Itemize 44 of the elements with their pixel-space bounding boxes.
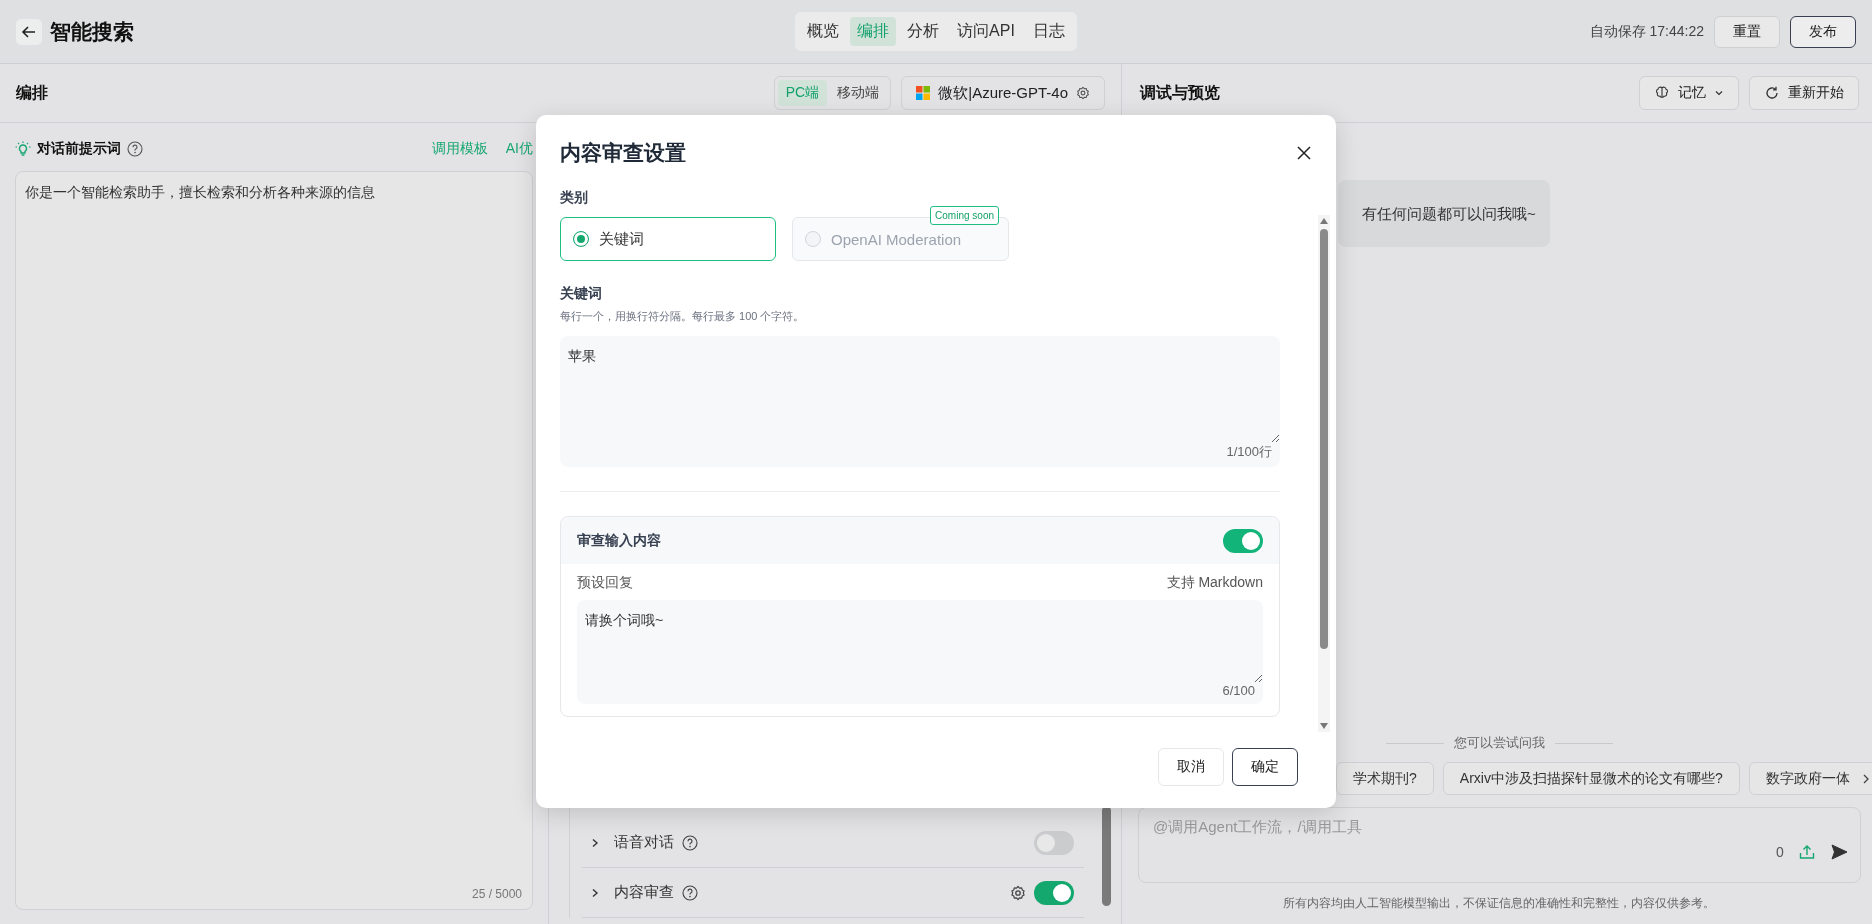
nav-tab[interactable]: 分析: [900, 17, 947, 46]
nav-tab[interactable]: 概览: [800, 17, 847, 46]
prompt-field[interactable]: 你是一个智能检索助手，擅长检索和分析各种来源的信息 25 / 5000: [15, 171, 533, 910]
suggestion-chip[interactable]: 学术期刊?: [1336, 762, 1434, 795]
keywords-label: 关键词: [560, 285, 603, 303]
suggestions-heading: 您可以尝试问我: [1453, 734, 1545, 752]
prompt-textarea[interactable]: 你是一个智能检索助手，擅长检索和分析各种来源的信息: [16, 172, 532, 887]
publish-button[interactable]: 发布: [1790, 15, 1856, 48]
status-badge: Coming soon: [930, 206, 999, 225]
char-counter: 25 / 5000: [470, 887, 523, 903]
chat-text-input[interactable]: @调用Agent工作流，/调用工具: [1151, 816, 1848, 837]
section-title: 编排: [16, 82, 48, 103]
device-tab[interactable]: 移动端: [829, 80, 888, 106]
app-title: 智能搜索: [50, 18, 134, 45]
chat-bubble: 有任何问题都可以问我哦~: [1338, 180, 1550, 247]
char-counter: 0: [1775, 844, 1784, 860]
nav-tab[interactable]: 访问API: [950, 17, 1022, 46]
disclaimer-text: 所有内容均由人工智能模型输出，不保证信息的准确性和完整性，内容仅供参考。: [1282, 895, 1717, 912]
chat-input[interactable]: @调用Agent工作流，/调用工具 0: [1138, 807, 1861, 883]
feature-label: 内容审查: [614, 883, 674, 902]
memory-button[interactable]: 记忆: [1638, 76, 1739, 110]
suggestion-chip[interactable]: Arxiv中涉及扫描探针显微术的论文有哪些?: [1442, 762, 1740, 795]
reply-field[interactable]: 请换个词哦~ 6/100: [577, 600, 1263, 704]
nav-tab[interactable]: 日志: [1025, 17, 1072, 46]
line-counter: 1/100行: [1225, 443, 1273, 461]
section-title: 调试与预览: [1140, 82, 1220, 103]
review-input-label: 审查输入内容: [577, 531, 661, 550]
dialog-title: 内容审查设置: [560, 140, 686, 166]
radio-option[interactable]: 关键词: [560, 217, 776, 261]
keywords-hint: 每行一个，用换行符分隔。每行最多 100 个字符。: [560, 309, 806, 324]
suggestion-chip[interactable]: 数字政府一体: [1748, 762, 1872, 795]
keywords-field[interactable]: 苹果 1/100行: [560, 336, 1280, 467]
feature-label: 语音对话: [614, 833, 674, 852]
dialog-button[interactable]: 确定: [1232, 748, 1298, 786]
markdown-note: 支持 Markdown: [1166, 574, 1263, 592]
model-selector[interactable]: 微软|Azure-GPT-4o: [901, 76, 1105, 110]
category-label: 类别: [560, 189, 589, 207]
reset-button[interactable]: 重置: [1714, 15, 1780, 48]
reply-label: 预设回复: [577, 574, 633, 592]
restart-button[interactable]: 重新开始: [1748, 76, 1859, 110]
char-counter: 6/100: [1221, 683, 1256, 700]
autosave-status: 自动保存 17:44:22: [1589, 22, 1704, 41]
dialog-button[interactable]: 取消: [1158, 748, 1224, 786]
prompt-label: 对话前提示词: [37, 140, 121, 158]
